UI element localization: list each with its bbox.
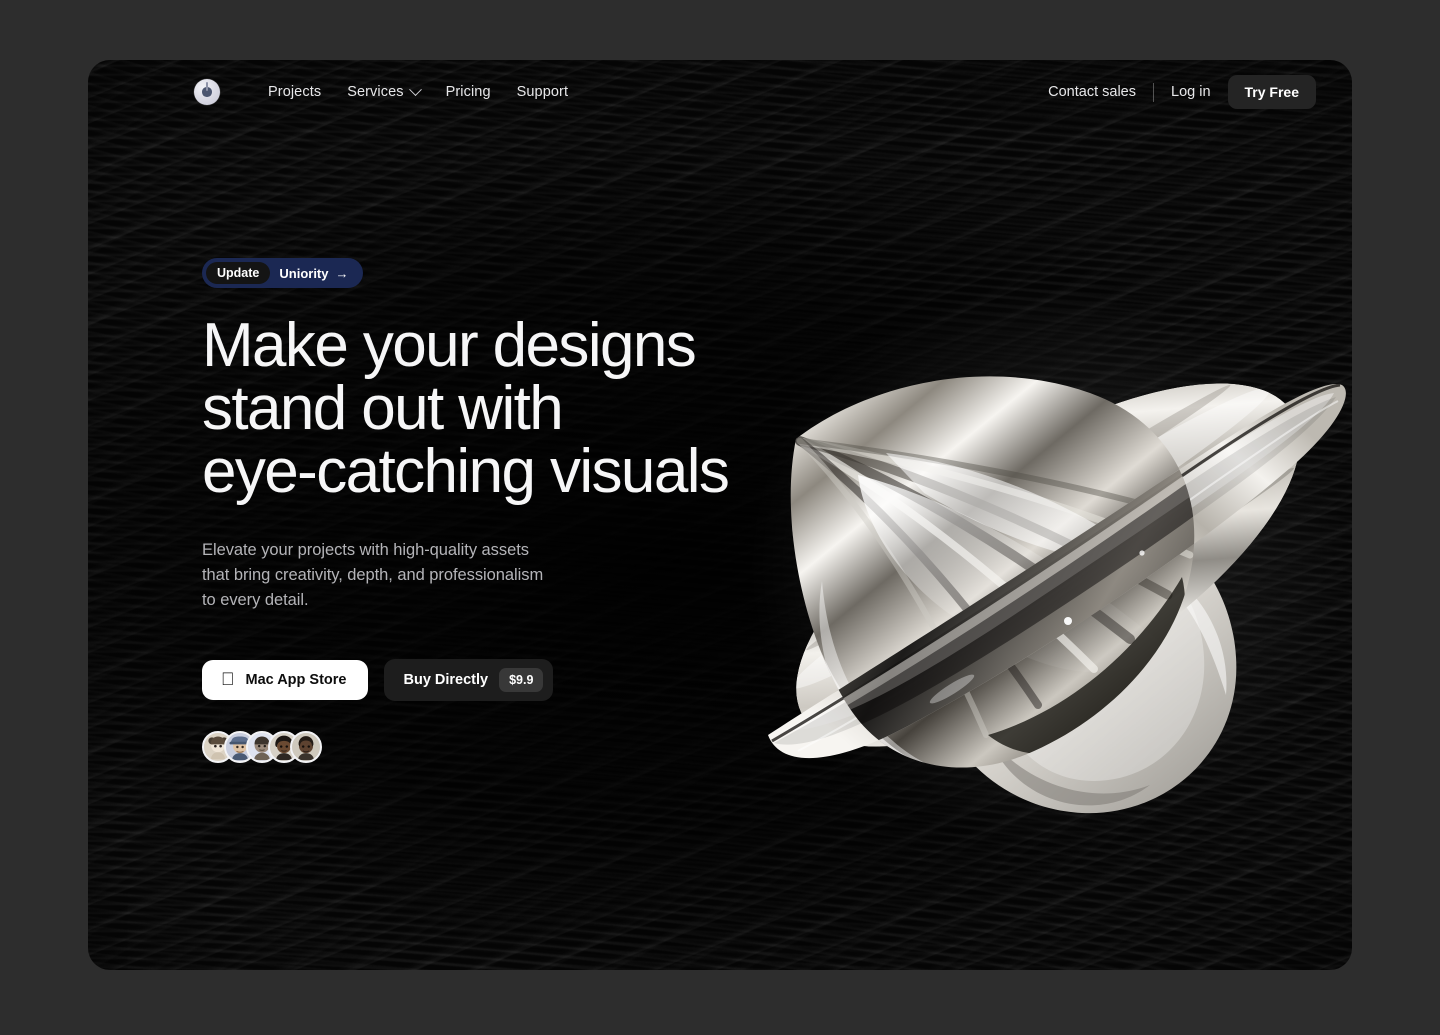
nav-link-projects[interactable]: Projects <box>268 84 321 100</box>
contact-sales-link[interactable]: Contact sales <box>1048 84 1136 100</box>
nav-link-support[interactable]: Support <box>517 84 569 100</box>
nav-link-services[interactable]: Services <box>347 82 422 100</box>
nav-links: Projects Services Pricing Support <box>268 82 569 100</box>
mac-app-store-label: Mac App Store <box>232 671 347 688</box>
circle-dot-logo-icon[interactable] <box>194 79 220 105</box>
avatar-group <box>202 730 762 763</box>
update-badge-text: Uniority <box>279 265 329 281</box>
log-in-link[interactable]: Log in <box>1171 84 1211 100</box>
navbar-left-group: Projects Services Pricing Support <box>194 79 568 105</box>
try-free-button[interactable]: Try Free <box>1227 75 1316 109</box>
page-root: Projects Services Pricing Support Contac… <box>0 0 1440 1035</box>
buy-directly-label: Buy Directly <box>389 671 488 688</box>
buy-directly-button[interactable]: Buy Directly $9.9 <box>384 658 554 701</box>
update-badge[interactable]: Update Uniority → <box>202 258 363 288</box>
apple-logo-icon:  <box>221 670 235 688</box>
navbar: Projects Services Pricing Support Contac… <box>88 60 1352 124</box>
avatar[interactable] <box>290 730 322 763</box>
hero-content: Update Uniority → Make your designs stan… <box>202 258 762 763</box>
nav-link-pricing[interactable]: Pricing <box>446 84 491 100</box>
page-title: Make your designs stand out with eye-cat… <box>202 311 730 507</box>
cta-row:  Mac App Store Buy Directly $9.9 <box>202 658 762 701</box>
hero-subtitle: Elevate your projects with high-quality … <box>202 540 544 609</box>
price-badge: $9.9 <box>499 667 544 692</box>
nav-divider <box>1153 82 1154 102</box>
mac-app-store-button[interactable]:  Mac App Store <box>202 659 369 700</box>
nav-link-support-label: Support <box>516 84 569 100</box>
nav-link-services-label: Services <box>347 84 404 100</box>
update-badge-chip: Update <box>206 262 271 284</box>
arrow-right-icon: → <box>335 265 349 281</box>
nav-link-projects-label: Projects <box>268 84 322 100</box>
hero-card: Projects Services Pricing Support Contac… <box>88 60 1352 970</box>
navbar-right-group: Contact sales Log in Try Free <box>1048 75 1316 109</box>
chevron-down-icon <box>408 82 422 96</box>
nav-link-pricing-label: Pricing <box>445 84 491 100</box>
chrome-abstract-3d-object <box>738 265 1352 865</box>
